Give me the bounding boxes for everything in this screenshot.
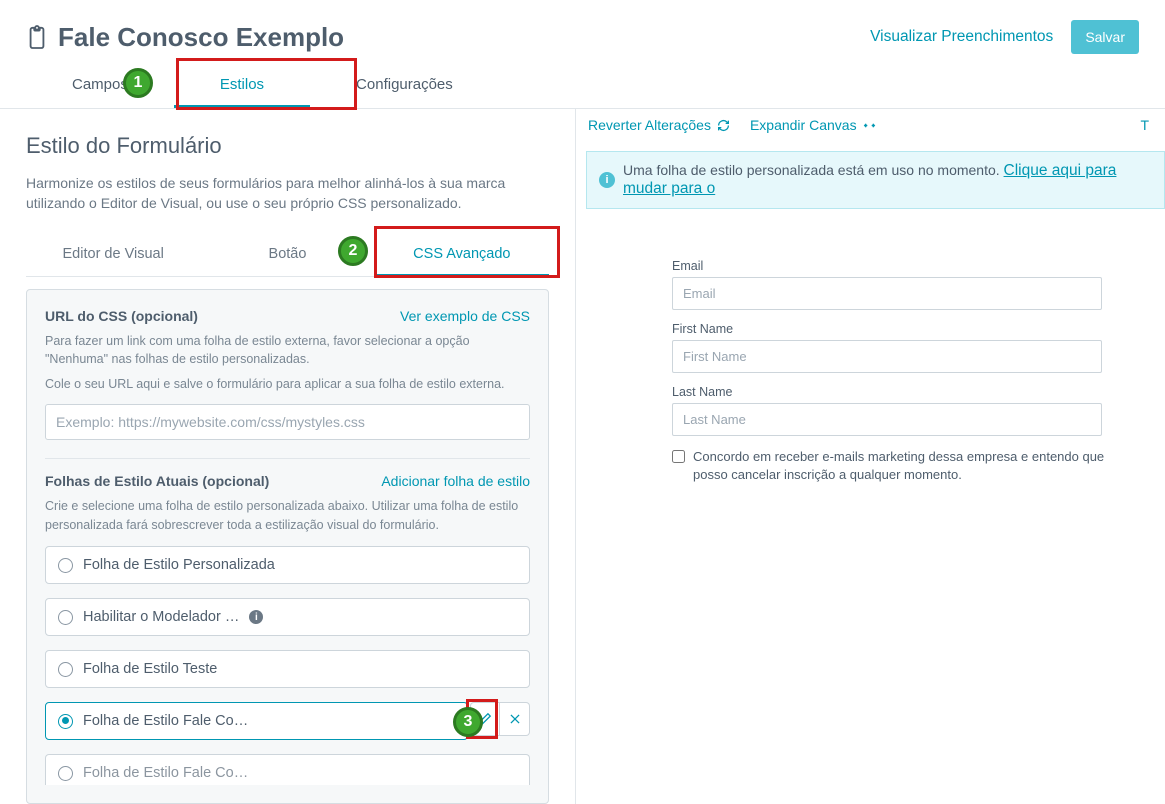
view-fills-link[interactable]: Visualizar Preenchimentos: [870, 28, 1053, 46]
stylesheet-row[interactable]: Folha de Estilo Fale Co…: [45, 754, 530, 785]
badge-2: 2: [338, 236, 368, 266]
left-column: Estilo do Formulário Harmonize os estilo…: [0, 109, 575, 804]
banner-text: Uma folha de estilo personalizada está e…: [623, 162, 1152, 198]
sub-tabs: Editor de Visual Botão CSS Avançado 2: [26, 236, 549, 277]
header-actions: Visualizar Preenchimentos Salvar: [870, 20, 1139, 54]
stylesheet-info-banner: i Uma folha de estilo personalizada está…: [586, 151, 1165, 209]
stylesheet-radio[interactable]: [58, 662, 73, 677]
expand-label: Expandir Canvas: [750, 117, 857, 133]
url-label: URL do CSS (opcional): [45, 308, 198, 324]
page-title: Fale Conosco Exemplo: [58, 22, 344, 53]
style-section-title: Estilo do Formulário: [26, 133, 549, 159]
preview-trailing[interactable]: T: [1140, 117, 1153, 133]
stylesheet-row[interactable]: Folha de Estilo Teste: [45, 650, 530, 688]
stylesheet-label: Habilitar o Modelador …: [83, 609, 239, 625]
stylesheet-label: Folha de Estilo Personalizada: [83, 557, 275, 573]
url-help-2: Cole o seu URL aqui e salve o formulário…: [45, 375, 530, 394]
tab-estilos[interactable]: Estilos: [174, 66, 310, 108]
style-section-desc: Harmonize os estilos de seus formulários…: [26, 173, 549, 214]
field-label: Email: [672, 259, 1165, 273]
delete-stylesheet-button[interactable]: [500, 702, 530, 736]
expand-canvas-link[interactable]: Expandir Canvas: [750, 117, 876, 133]
title-wrap: Fale Conosco Exemplo: [26, 22, 344, 53]
field-label: First Name: [672, 322, 1165, 336]
consent-row[interactable]: Concordo em receber e-mails marketing de…: [672, 448, 1142, 484]
sheets-label: Folhas de Estilo Atuais (opcional): [45, 473, 269, 489]
stylesheet-row[interactable]: Folha de Estilo Personalizada: [45, 546, 530, 584]
banner-text-static: Uma folha de estilo personalizada está e…: [623, 162, 1004, 178]
css-url-input[interactable]: [45, 404, 530, 440]
stylesheet-radio[interactable]: [58, 766, 73, 781]
stylesheet-radio[interactable]: [58, 610, 73, 625]
close-icon: [508, 712, 522, 726]
sheets-header: Folhas de Estilo Atuais (opcional) Adici…: [45, 473, 530, 489]
css-panel: URL do CSS (opcional) Ver exemplo de CSS…: [26, 289, 549, 804]
refresh-icon: [717, 119, 730, 132]
preview-toolbar: Reverter Alterações Expandir Canvas T: [576, 109, 1165, 141]
form-preview: Email First Name Last Name Concordo em r…: [576, 209, 1165, 484]
stylesheet-label: Folha de Estilo Teste: [83, 661, 217, 677]
css-example-link[interactable]: Ver exemplo de CSS: [400, 308, 530, 324]
badge-1: 1: [123, 68, 153, 98]
preview-column: Reverter Alterações Expandir Canvas T i …: [575, 109, 1165, 804]
url-help-1: Para fazer um link com uma folha de esti…: [45, 332, 530, 370]
stylesheet-row[interactable]: Habilitar o Modelador … i: [45, 598, 530, 636]
stylesheet-row-selected[interactable]: Folha de Estilo Fale Co… 3: [45, 702, 468, 740]
content: Estilo do Formulário Harmonize os estilo…: [0, 109, 1165, 804]
revert-changes-link[interactable]: Reverter Alterações: [588, 117, 730, 133]
stylesheet-label: Folha de Estilo Fale Co…: [83, 713, 248, 729]
subtab-css[interactable]: CSS Avançado: [375, 236, 549, 276]
consent-checkbox[interactable]: [672, 450, 685, 463]
revert-label: Reverter Alterações: [588, 117, 711, 133]
save-button[interactable]: Salvar: [1071, 20, 1139, 54]
consent-text: Concordo em receber e-mails marketing de…: [693, 448, 1142, 484]
page-header: Fale Conosco Exemplo Visualizar Preenchi…: [0, 0, 1165, 66]
url-header: URL do CSS (opcional) Ver exemplo de CSS: [45, 308, 530, 324]
subtab-visual[interactable]: Editor de Visual: [26, 236, 200, 276]
stylesheet-label: Folha de Estilo Fale Co…: [83, 765, 248, 781]
sheets-help: Crie e selecione uma folha de estilo per…: [45, 497, 530, 535]
clipboard-icon: [26, 24, 48, 50]
field-label: Last Name: [672, 385, 1165, 399]
expand-icon: [863, 119, 876, 132]
panel-separator: [45, 458, 530, 459]
tab-config[interactable]: Configurações: [310, 66, 499, 108]
email-field[interactable]: [672, 277, 1102, 310]
first-name-field[interactable]: [672, 340, 1102, 373]
main-tabs: Campos Estilos Configurações 1: [0, 66, 1165, 109]
info-icon[interactable]: i: [249, 610, 263, 624]
add-stylesheet-link[interactable]: Adicionar folha de estilo: [381, 473, 530, 489]
info-icon: i: [599, 172, 615, 188]
last-name-field[interactable]: [672, 403, 1102, 436]
stylesheet-radio[interactable]: [58, 558, 73, 573]
stylesheet-radio[interactable]: [58, 714, 73, 729]
